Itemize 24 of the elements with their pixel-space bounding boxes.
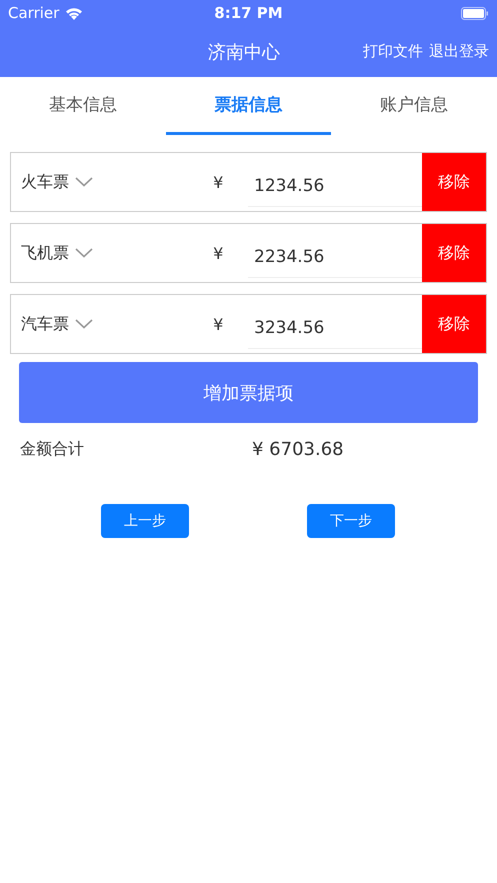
- add-bill-button[interactable]: 增加票据项: [19, 362, 478, 423]
- status-time: 8:17 PM: [214, 4, 283, 22]
- nav-action[interactable]: 打印文件: [363, 42, 423, 61]
- total-value: ¥ 6703.68: [252, 439, 344, 460]
- remove-button[interactable]: 移除: [422, 295, 486, 353]
- battery-icon: [461, 6, 489, 20]
- currency-symbol: ¥: [213, 172, 224, 192]
- remove-button[interactable]: 移除: [422, 153, 486, 211]
- step-button[interactable]: 上一步: [101, 504, 189, 538]
- chevron-down-icon: [75, 319, 93, 329]
- step-button[interactable]: 下一步: [307, 504, 395, 538]
- remove-button[interactable]: 移除: [422, 224, 486, 282]
- chevron-down-icon: [75, 177, 93, 187]
- wifi-icon: [65, 6, 84, 20]
- carrier-label: Carrier: [8, 4, 60, 22]
- total-label: 金额合计: [20, 439, 85, 460]
- nav-title: 济南中心: [208, 40, 280, 64]
- currency-symbol: ¥: [213, 244, 224, 262]
- type-dropdown[interactable]: 汽车票: [11, 314, 206, 334]
- type-dropdown[interactable]: 飞机票: [11, 242, 206, 264]
- currency-symbol: ¥: [213, 314, 224, 334]
- type-dropdown[interactable]: 火车票: [11, 172, 206, 192]
- nav-action[interactable]: 退出登录: [429, 42, 489, 61]
- chevron-down-icon: [75, 248, 93, 258]
